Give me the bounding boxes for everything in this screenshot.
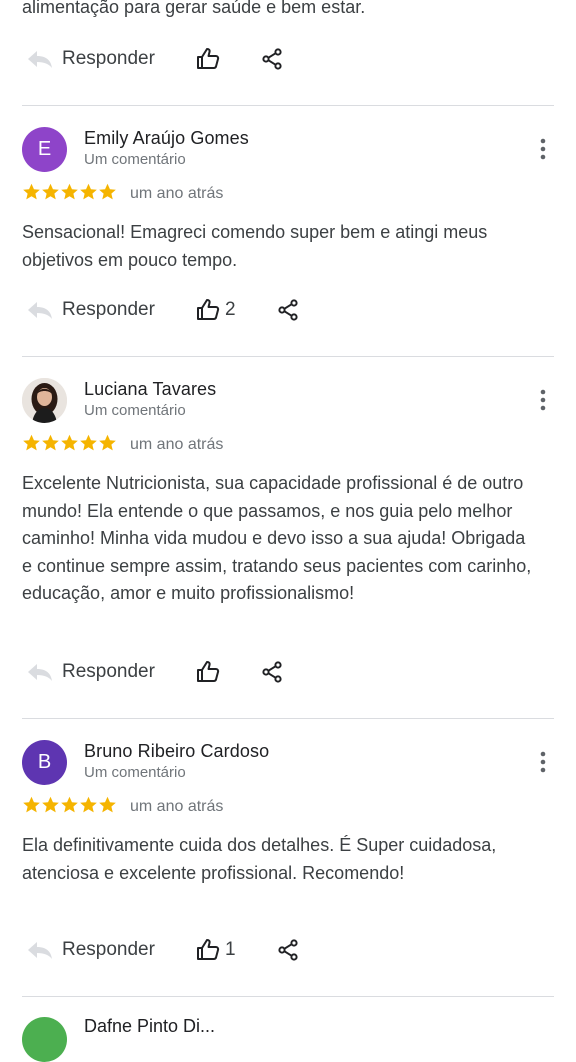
star-icon — [61, 796, 78, 813]
star-icon — [99, 796, 116, 813]
share-button[interactable] — [260, 652, 284, 692]
reply-button[interactable]: Responder — [62, 39, 155, 79]
reviewer-meta: Um comentário — [84, 402, 186, 419]
share-icon — [278, 939, 298, 961]
like-count: 1 — [225, 939, 236, 960]
reply-button[interactable]: Responder — [62, 930, 155, 970]
star-icon — [42, 434, 59, 451]
review-date: um ano atrás — [130, 436, 224, 453]
star-icon — [80, 434, 97, 451]
share-icon — [262, 48, 282, 70]
more-options-icon[interactable] — [533, 748, 553, 776]
share-button[interactable] — [260, 39, 284, 79]
star-icon — [23, 796, 40, 813]
star-rating — [22, 433, 117, 457]
share-icon — [262, 661, 282, 683]
star-icon — [99, 434, 116, 451]
star-icon — [23, 183, 40, 200]
thumbs-up-icon — [197, 48, 220, 69]
review-actions: Responder — [24, 652, 554, 692]
avatar[interactable]: E — [22, 127, 67, 172]
avatar[interactable] — [22, 378, 67, 423]
star-icon — [23, 434, 40, 451]
partial-review-text: alimentação para gerar saúde e bem estar… — [22, 0, 366, 17]
reply-button[interactable]: Responder — [62, 652, 155, 692]
like-count: 2 — [225, 299, 236, 320]
star-icon — [42, 796, 59, 813]
review-actions: Responder 1 — [24, 930, 554, 970]
review-actions: Responder 2 — [24, 290, 554, 330]
reviewer-name[interactable]: Luciana Tavares — [84, 379, 216, 400]
thumbs-up-icon — [197, 939, 220, 960]
review-actions: Responder — [24, 39, 554, 79]
profile-photo-icon — [22, 378, 67, 423]
star-icon — [61, 434, 78, 451]
like-button[interactable]: 1 — [196, 930, 236, 970]
divider — [22, 356, 554, 357]
review-text: Sensacional! Emagreci comendo super bem … — [22, 222, 488, 270]
review-date: um ano atrás — [130, 185, 224, 202]
share-icon — [278, 299, 298, 321]
star-icon — [42, 183, 59, 200]
star-rating — [22, 182, 117, 206]
star-icon — [61, 183, 78, 200]
review-date: um ano atrás — [130, 798, 224, 815]
star-icon — [80, 796, 97, 813]
reply-icon[interactable] — [26, 39, 56, 79]
divider — [22, 718, 554, 719]
star-icon — [99, 183, 116, 200]
review-text: Ela definitivamente cuida dos detalhes. … — [22, 835, 497, 883]
divider — [22, 996, 554, 997]
like-button[interactable]: 2 — [196, 290, 236, 330]
reviewer-meta: Um comentário — [84, 151, 186, 168]
like-button[interactable] — [196, 652, 220, 692]
reviewer-meta: Um comentário — [84, 764, 186, 781]
share-button[interactable] — [276, 930, 300, 970]
review-text: Excelente Nutricionista, sua capacidade … — [22, 473, 532, 603]
reply-icon[interactable] — [26, 652, 56, 692]
thumbs-up-icon — [197, 661, 220, 682]
divider — [22, 105, 554, 106]
reply-icon[interactable] — [26, 290, 56, 330]
more-options-icon[interactable] — [533, 386, 553, 414]
reply-button[interactable]: Responder — [62, 290, 155, 330]
like-button[interactable] — [196, 39, 220, 79]
reviewer-name[interactable]: Emily Araújo Gomes — [84, 128, 249, 149]
more-options-icon[interactable] — [533, 135, 553, 163]
star-icon — [80, 183, 97, 200]
reply-icon[interactable] — [26, 930, 56, 970]
reviewer-name[interactable]: Dafne Pinto Di... — [84, 1016, 215, 1037]
share-button[interactable] — [276, 290, 300, 330]
thumbs-up-icon — [197, 299, 220, 320]
avatar[interactable]: B — [22, 740, 67, 785]
star-rating — [22, 795, 117, 819]
reviewer-name[interactable]: Bruno Ribeiro Cardoso — [84, 741, 269, 762]
